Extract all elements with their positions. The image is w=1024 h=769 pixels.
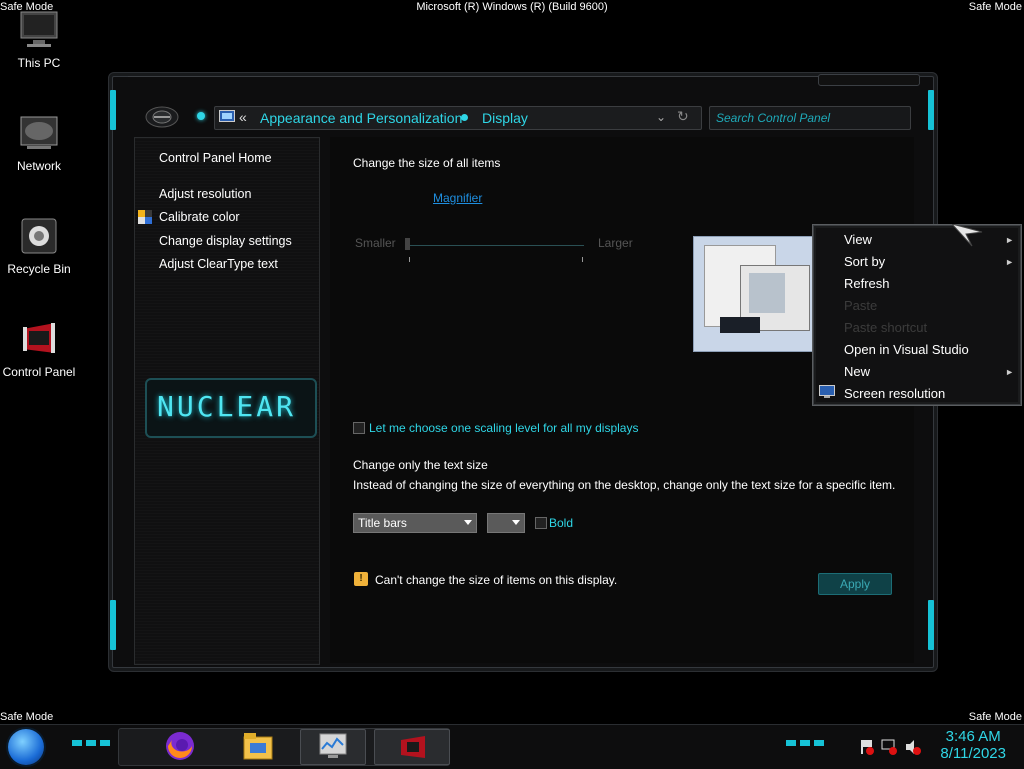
desktop-icon-this-pc[interactable]: This PC (0, 10, 78, 70)
search-input[interactable]: Search Control Panel (709, 106, 911, 130)
bold-checkbox-label[interactable]: Bold (549, 516, 573, 530)
menu-item-open-visual-studio[interactable]: Open in Visual Studio (844, 342, 969, 357)
navigation-pane: Control Panel Home Adjust resolution Cal… (134, 137, 320, 665)
desktop-icon-label: This PC (17, 56, 61, 70)
search-placeholder: Search Control Panel (716, 111, 831, 125)
heading-change-size-all: Change the size of all items (353, 156, 501, 170)
windows-build-label: Microsoft (R) Windows (R) (Build 9600) (416, 1, 608, 13)
menu-item-screen-resolution[interactable]: Screen resolution (844, 386, 945, 401)
monitor-icon (19, 10, 59, 50)
taskbar-app-resource-monitor[interactable] (300, 729, 366, 765)
desktop-icon-label: Control Panel (2, 365, 76, 379)
breadcrumb-overflow[interactable]: « (239, 109, 247, 125)
size-slider-thumb[interactable] (405, 238, 410, 250)
display-preview-image (693, 236, 815, 352)
nav-calibrate-color[interactable]: Calibrate color (159, 210, 240, 224)
firefox-icon[interactable] (164, 730, 196, 762)
desktop-icon-network[interactable]: Network (0, 113, 78, 173)
taskbar-light-icon (786, 740, 828, 746)
volume-muted-icon[interactable] (905, 739, 921, 755)
window-caption-notch (818, 74, 920, 86)
refresh-icon[interactable]: ↻ (677, 108, 689, 125)
back-forward-icon[interactable] (144, 104, 180, 130)
action-center-icon[interactable] (858, 739, 874, 755)
clock-time: 3:46 AM (945, 728, 1001, 745)
scaling-checkbox[interactable] (353, 422, 365, 434)
nuclear-logo: NUCLEAR (145, 378, 317, 438)
nav-control-panel-home[interactable]: Control Panel Home (159, 151, 272, 165)
warning-text: Can't change the size of items on this d… (375, 573, 618, 587)
address-bar[interactable]: « Appearance and Personalization Display… (214, 106, 702, 130)
menu-item-refresh[interactable]: Refresh (844, 276, 890, 291)
slider-tick (582, 257, 583, 262)
file-explorer-icon[interactable] (242, 731, 274, 761)
heading-text-size: Change only the text size (353, 458, 488, 472)
slider-tick (409, 257, 410, 262)
control-panel-icon (399, 734, 427, 760)
taskbar-light-icon (72, 740, 114, 746)
item-select-value: Title bars (358, 516, 407, 530)
taskbar-clock[interactable]: 3:46 AM 8/11/2023 (940, 728, 1006, 762)
desktop-icon-label: Recycle Bin (7, 262, 71, 276)
slider-larger-label: Larger (598, 236, 633, 250)
chevron-down-icon (464, 520, 472, 525)
control-panel-small-icon (219, 110, 235, 124)
safe-mode-label-bottom-right: Safe Mode (968, 711, 1022, 723)
control-panel-icon (19, 319, 59, 359)
menu-item-paste: Paste (844, 298, 878, 313)
apply-button[interactable]: Apply (818, 573, 892, 595)
menu-item-sort-by[interactable]: Sort by (844, 254, 885, 269)
submenu-arrow-icon: ► (1005, 367, 1014, 377)
mouse-cursor-icon (950, 223, 984, 248)
text-size-description: Instead of changing the size of everythi… (353, 478, 896, 492)
nav-adjust-resolution[interactable]: Adjust resolution (159, 187, 251, 201)
menu-item-view[interactable]: View (844, 232, 872, 247)
chevron-down-icon[interactable]: ⌄ (656, 110, 666, 124)
item-select[interactable]: Title bars (353, 513, 477, 533)
font-size-select[interactable] (487, 513, 525, 533)
submenu-arrow-icon: ► (1005, 235, 1014, 245)
window-top-band (128, 76, 918, 85)
safe-mode-label-top-right: Safe Mode (968, 1, 1022, 13)
menu-item-new[interactable]: New (844, 364, 870, 379)
slider-smaller-label: Smaller (355, 236, 396, 250)
desktop-icon-recycle-bin[interactable]: Recycle Bin (0, 216, 78, 276)
network-status-icon[interactable] (881, 739, 897, 755)
clock-date: 8/11/2023 (940, 745, 1006, 762)
desktop-context-menu: View ► Sort by ► Refresh Paste Paste sho… (813, 225, 1021, 405)
desktop-icon-control-panel[interactable]: Control Panel (0, 319, 78, 379)
size-slider-track[interactable] (408, 245, 584, 246)
bold-checkbox[interactable] (535, 517, 547, 529)
resource-monitor-icon (319, 733, 347, 759)
screen-resolution-icon (819, 385, 835, 399)
scaling-checkbox-label[interactable]: Let me choose one scaling level for all … (369, 421, 638, 435)
frame-light-icon (110, 600, 116, 650)
frame-light-icon (928, 600, 934, 650)
nav-adjust-cleartype[interactable]: Adjust ClearType text (159, 257, 278, 271)
network-icon (19, 113, 59, 153)
breadcrumb-separator-icon (461, 114, 468, 121)
warning-icon: ! (354, 572, 368, 586)
breadcrumb-display[interactable]: Display (482, 110, 528, 126)
start-button[interactable] (8, 729, 44, 765)
chevron-down-icon (512, 520, 520, 525)
nuclear-logo-text: NUCLEAR (157, 390, 297, 423)
taskbar-app-control-panel[interactable] (374, 729, 450, 765)
magnifier-link[interactable]: Magnifier (433, 191, 482, 205)
color-calibration-icon (138, 210, 152, 224)
frame-light-icon (928, 90, 934, 130)
frame-light-icon (110, 90, 116, 130)
recycle-bin-icon (19, 216, 59, 256)
nav-change-display-settings[interactable]: Change display settings (159, 234, 292, 248)
safe-mode-label-bottom-left: Safe Mode (0, 711, 54, 723)
recent-locations-icon[interactable] (197, 112, 205, 120)
menu-item-paste-shortcut: Paste shortcut (844, 320, 928, 335)
breadcrumb-appearance[interactable]: Appearance and Personalization (260, 110, 462, 126)
submenu-arrow-icon: ► (1005, 257, 1014, 267)
desktop-icon-label: Network (16, 159, 61, 173)
